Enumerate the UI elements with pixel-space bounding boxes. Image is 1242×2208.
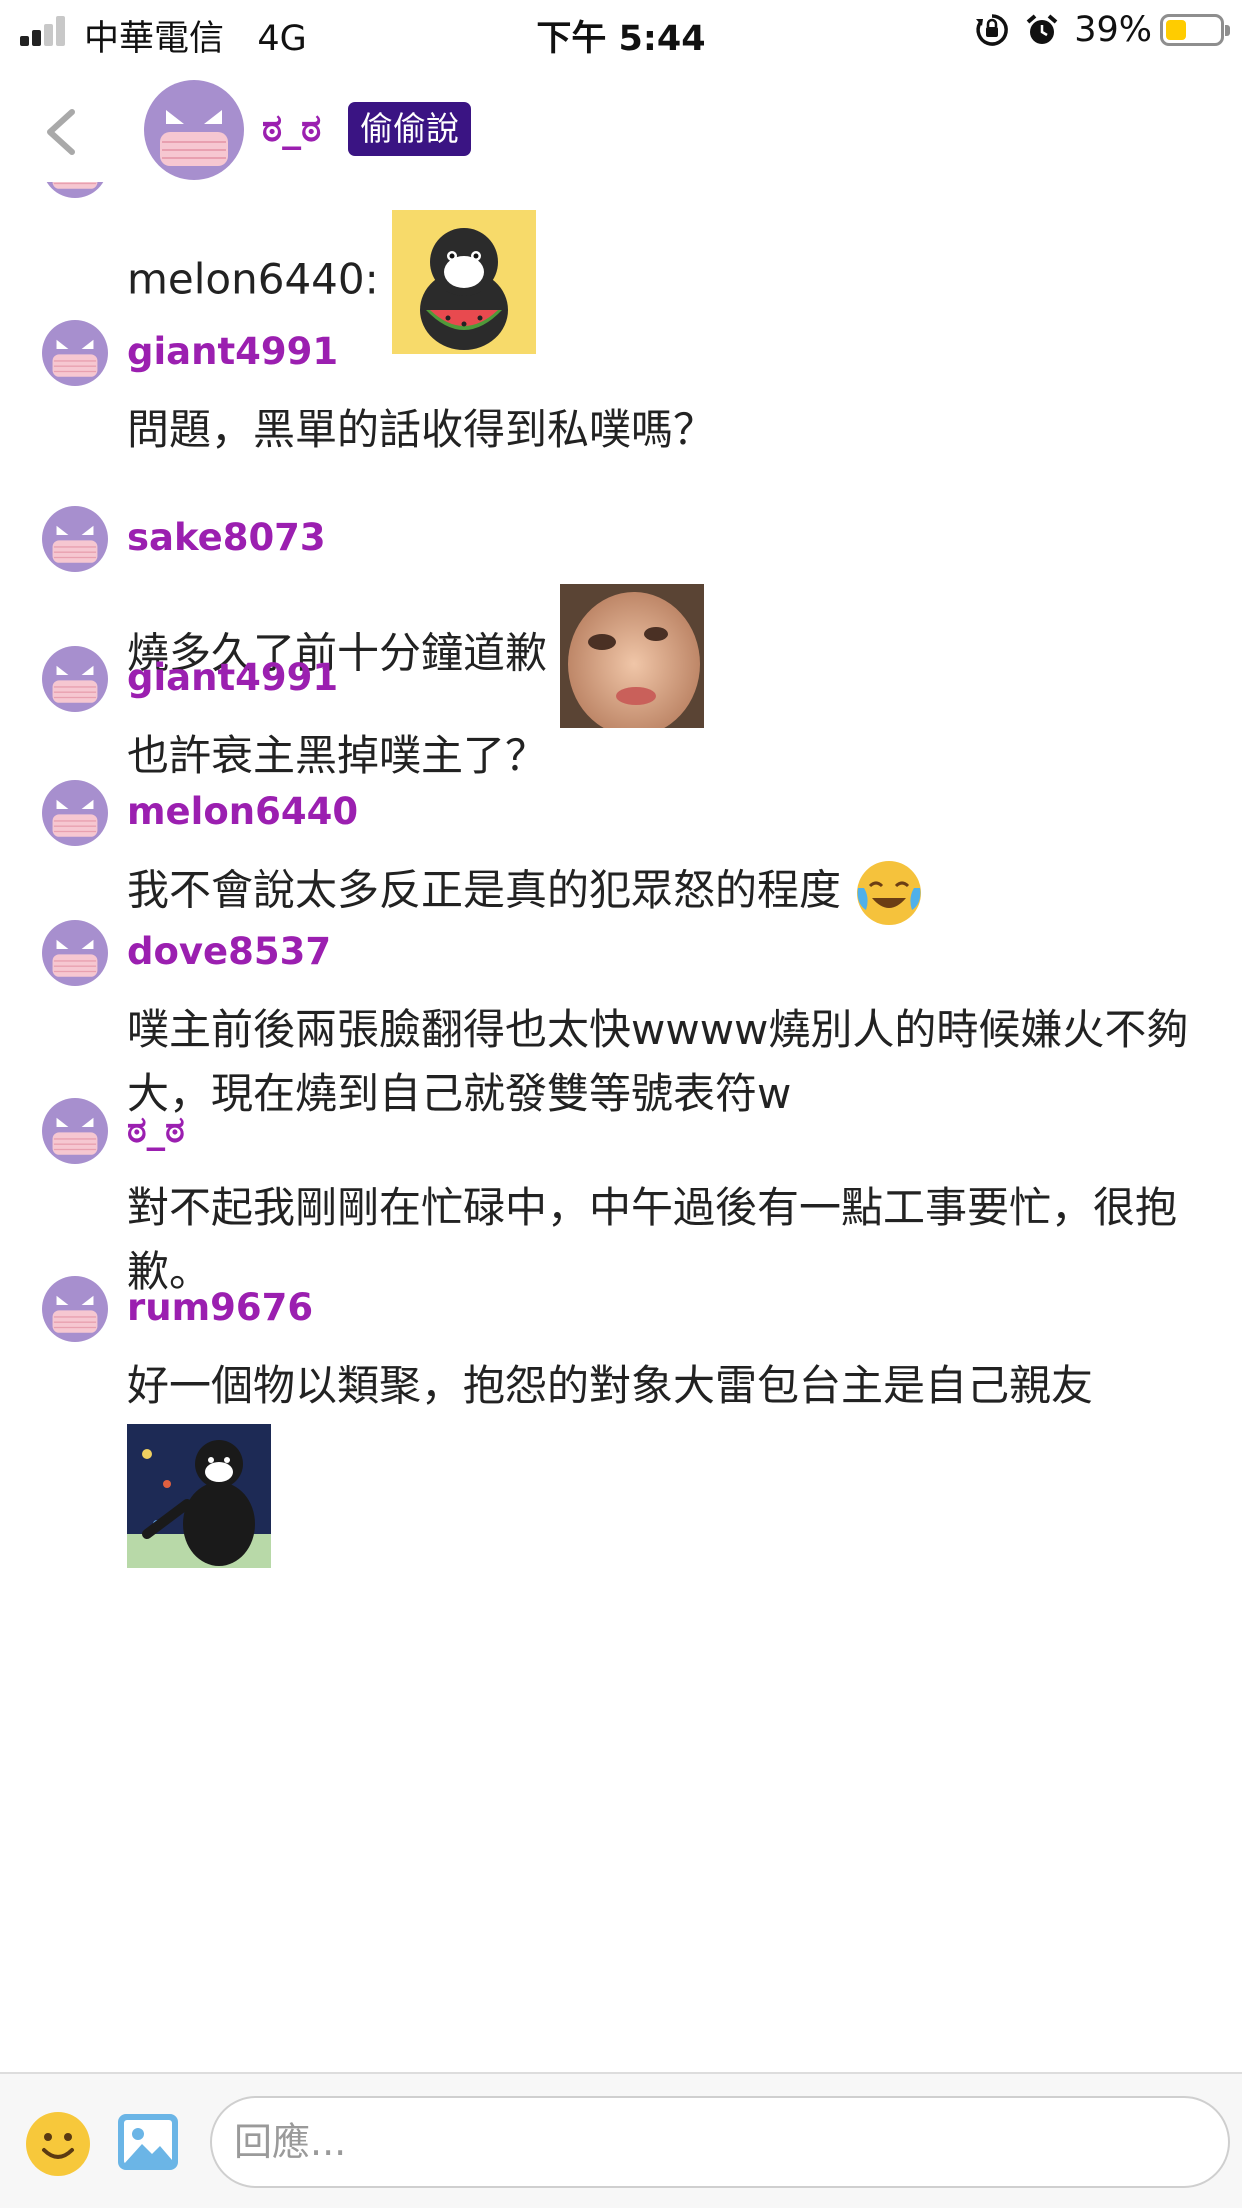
avatar <box>42 646 108 712</box>
avatar <box>42 780 108 846</box>
plurker-name[interactable]: ಠ_ಠ <box>262 106 321 151</box>
response-username[interactable]: giant4991 <box>127 330 338 373</box>
response-text-content: melon6440: <box>127 254 393 304</box>
response-text: 也許衰主黑掉噗主了？ <box>127 731 548 780</box>
response-username[interactable]: bread3317 <box>127 182 351 185</box>
response-text: 噗主前後兩張臉翻得也太快wwww燒別人的時候嫌火不夠大，現在燒到自己就發雙等號表… <box>127 1005 1189 1118</box>
battery-level-fill <box>1166 20 1186 40</box>
response-username[interactable]: melon6440 <box>127 790 358 833</box>
penguin-meme-emoticon[interactable] <box>127 1424 271 1568</box>
response-text: 對不起我剛剛在忙碌中，中午過後有一點工事要忙，很抱歉。 <box>127 1183 1178 1296</box>
battery-percent: 39% <box>1074 10 1152 50</box>
reply-composer <box>0 2072 1242 2208</box>
response-text: 好一個物以類聚，抱怨的對象大雷包台主是自己親友 <box>127 1354 1207 1418</box>
battery-icon <box>1160 14 1230 46</box>
anonymous-badge: 偷偷說 <box>348 102 471 156</box>
status-bar: 中華電信 4G 下午 5:44 39% <box>0 0 1242 62</box>
response-username[interactable]: giant4991 <box>127 656 338 699</box>
avatar <box>42 320 108 386</box>
response-username[interactable]: dove8537 <box>127 930 331 973</box>
response-text: 我不會說太多反正是真的犯眾怒的程度 <box>127 858 1207 928</box>
chevron-left-icon[interactable] <box>40 102 84 162</box>
crying-laughing-emoji-icon <box>857 861 922 925</box>
response-text: 問題，黑單的話收得到私噗嗎？ <box>127 405 716 454</box>
response-list[interactable]: bread3317 melon6440: giant4991 問題，黑單的話收得… <box>0 182 1242 2072</box>
plurk-header: ಠ_ಠ 偷偷說 <box>0 62 1242 182</box>
smiley-icon[interactable] <box>24 2110 92 2178</box>
response-username[interactable]: ಠ_ಠ <box>127 1108 185 1152</box>
response-username[interactable]: rum9676 <box>127 1286 313 1329</box>
alarm-clock-icon <box>1026 14 1058 44</box>
avatar <box>42 1276 108 1342</box>
avatar[interactable] <box>144 80 244 180</box>
avatar <box>42 182 108 198</box>
status-indicators: 39% <box>974 10 1230 50</box>
response-username[interactable]: sake8073 <box>127 516 326 559</box>
response-text-content: 好一個物以類聚，抱怨的對象大雷包台主是自己親友 <box>127 1361 1094 1410</box>
avatar <box>42 1098 108 1164</box>
avatar <box>42 506 108 572</box>
face-photo-emoticon[interactable] <box>560 584 705 728</box>
image-upload-icon[interactable] <box>116 2112 180 2172</box>
penguin-watermelon-emoticon[interactable] <box>392 210 537 354</box>
response-text-content: 我不會說太多反正是真的犯眾怒的程度 <box>127 865 842 915</box>
rotation-lock-icon <box>976 14 1009 46</box>
avatar <box>42 920 108 986</box>
reply-input[interactable] <box>210 2096 1230 2188</box>
